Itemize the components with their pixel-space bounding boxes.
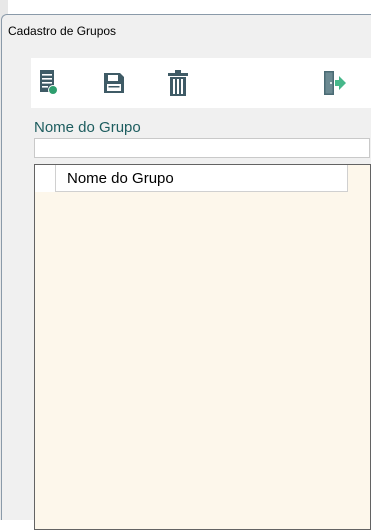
group-name-input[interactable] [34,138,370,158]
window-titlebar[interactable]: Cadastro de Grupos [2,15,371,43]
floppy-disk-icon [103,72,125,94]
toolbar [31,58,371,108]
cadastro-grupos-window: Cadastro de Grupos Nome do Grupo Nome do… [1,14,371,530]
exit-door-icon [324,71,346,95]
row-indicator-header[interactable] [35,165,56,192]
trash-icon [167,70,189,96]
column-header-nome-do-grupo[interactable]: Nome do Grupo [56,165,348,192]
grid-body[interactable] [35,192,370,529]
group-name-label: Nome do Grupo [34,119,141,136]
new-document-icon [39,70,59,96]
delete-button[interactable] [164,68,192,98]
window-title: Cadastro de Grupos [8,24,117,38]
grid-header: Nome do Grupo [35,165,348,192]
groups-grid[interactable]: Nome do Grupo [34,164,371,530]
save-button[interactable] [100,68,128,98]
new-record-button[interactable] [35,68,63,98]
exit-button[interactable] [321,68,349,98]
